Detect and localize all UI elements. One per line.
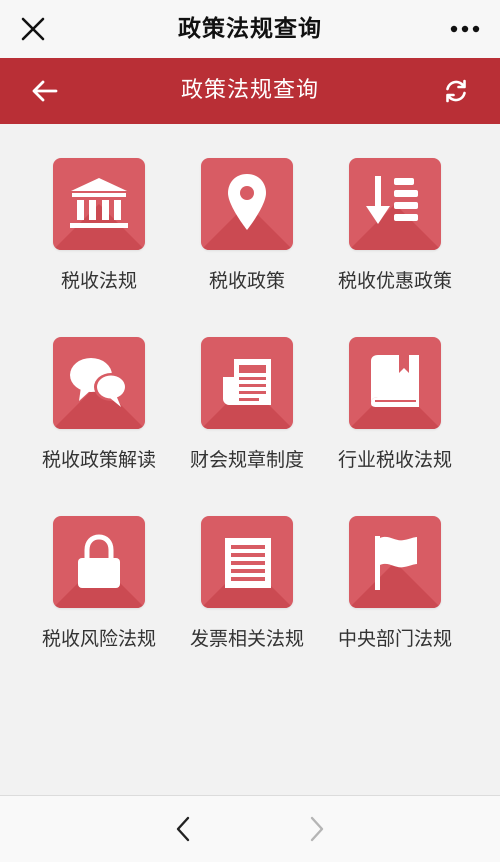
tile-icon-box (349, 516, 441, 608)
tile-central-dept[interactable]: 中央部门法规 (320, 482, 470, 650)
tile-icon-box (53, 337, 145, 429)
sort-descending-list-icon (366, 176, 418, 224)
tile-accounting-rules[interactable]: 财会规章制度 (172, 303, 322, 471)
book-bookmark-icon (371, 355, 419, 407)
app-header: 政策法规查询 (0, 58, 500, 124)
tile-icon-box (349, 337, 441, 429)
window-title-bar: 政策法规查询 (0, 0, 500, 58)
more-dots-icon (450, 25, 480, 33)
tile-tax-policy[interactable]: 税收政策 (172, 124, 322, 292)
refresh-button[interactable] (438, 73, 474, 109)
tile-label: 税收风险法规 (41, 628, 156, 650)
document-lines-icon (225, 538, 271, 588)
tile-icon-box (349, 158, 441, 250)
tile-label: 财会规章制度 (189, 449, 304, 471)
chat-bubbles-icon (70, 358, 128, 407)
padlock-icon (78, 534, 120, 588)
flag-icon (375, 536, 417, 590)
tile-icon-box (201, 516, 293, 608)
nav-back-button[interactable] (166, 812, 200, 846)
newspaper-icon (223, 359, 271, 405)
tile-icon-box (53, 516, 145, 608)
tile-tax-law[interactable]: 税收法规 (24, 124, 174, 292)
window-title: 政策法规查询 (178, 16, 322, 42)
tile-label: 税收优惠政策 (337, 270, 452, 292)
refresh-icon (446, 79, 466, 103)
tile-industry-tax[interactable]: 行业税收法规 (320, 303, 470, 471)
bottom-nav-bar (0, 795, 500, 862)
tile-label: 税收政策 (208, 270, 285, 292)
nav-forward-button[interactable] (300, 812, 334, 846)
tile-icon-box (53, 158, 145, 250)
bank-building-icon (70, 178, 128, 228)
map-pin-icon (228, 174, 266, 230)
more-button[interactable] (444, 10, 486, 48)
tile-icon-box (201, 337, 293, 429)
tile-label: 税收政策解读 (41, 449, 156, 471)
tile-label: 中央部门法规 (337, 628, 452, 650)
tile-tax-risk[interactable]: 税收风险法规 (24, 482, 174, 650)
tile-icon-box (201, 158, 293, 250)
chevron-right-icon (310, 816, 324, 842)
tile-label: 行业税收法规 (337, 449, 452, 471)
tile-label: 税收法规 (60, 270, 137, 292)
chevron-left-icon (176, 816, 190, 842)
header-title: 政策法规查询 (180, 78, 319, 103)
tile-policy-interpretation[interactable]: 税收政策解读 (24, 303, 174, 471)
tile-tax-incentive[interactable]: 税收优惠政策 (320, 124, 470, 292)
tile-label: 发票相关法规 (189, 628, 304, 650)
tile-invoice-rules[interactable]: 发票相关法规 (172, 482, 322, 650)
